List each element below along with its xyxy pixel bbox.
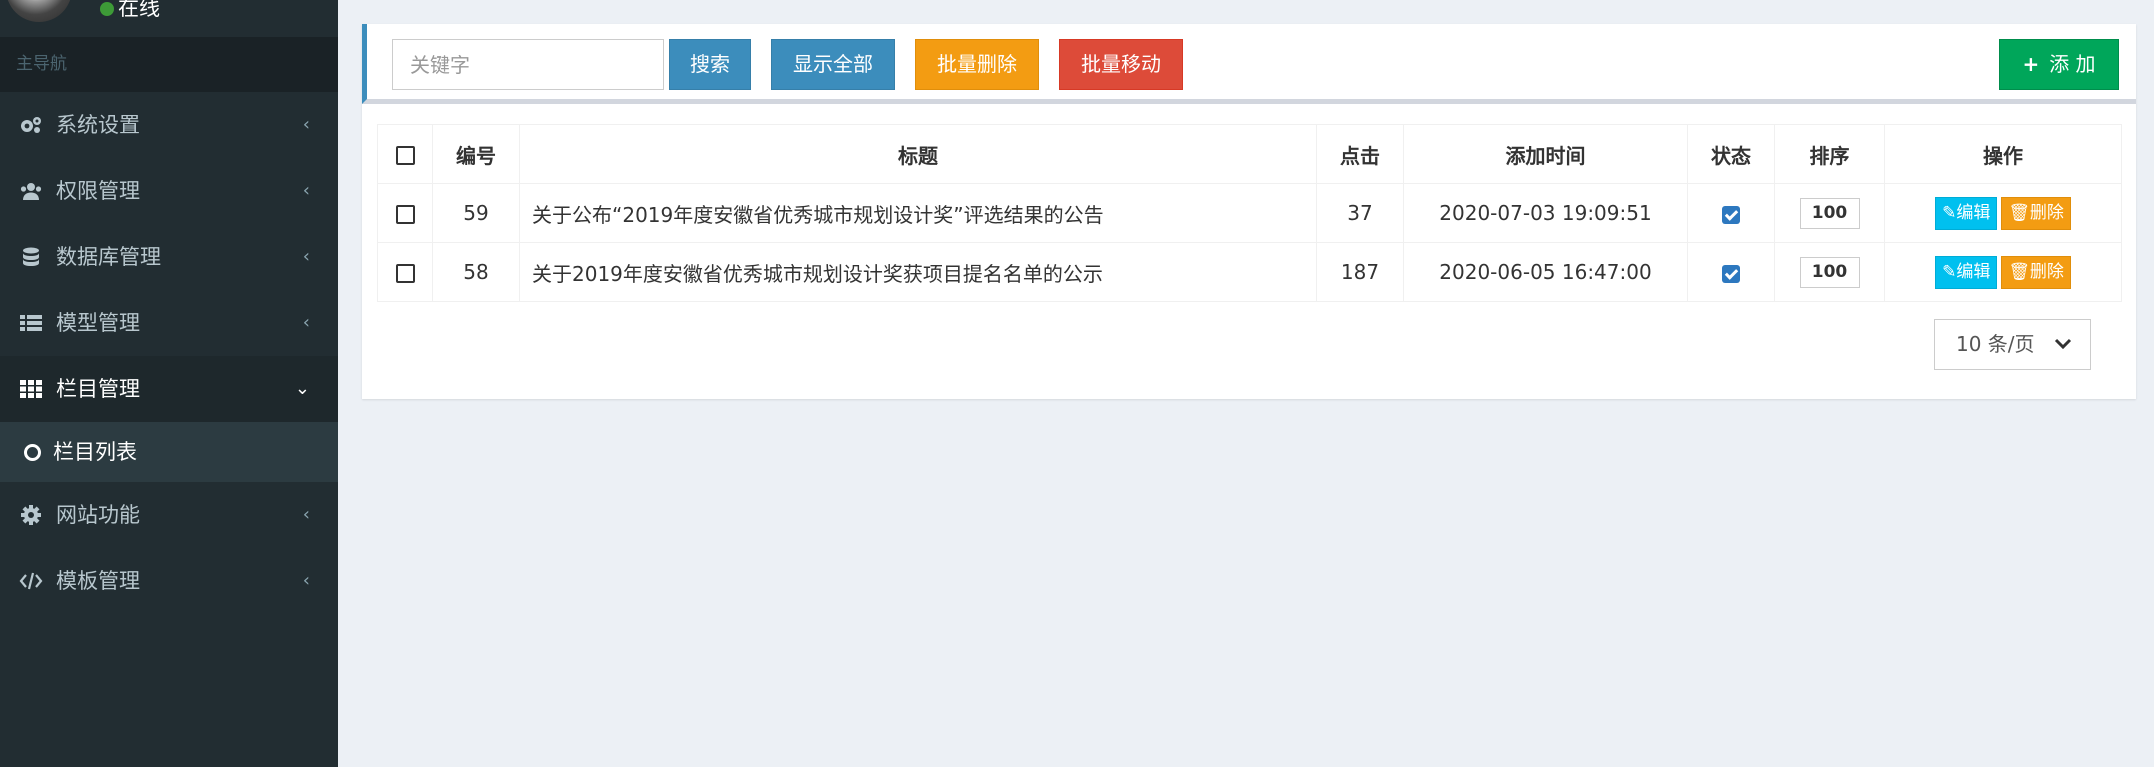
chevron-down-icon [2054,320,2072,387]
plus-icon: + [2022,52,2040,76]
search-button[interactable]: 搜索 [669,39,751,90]
table-row: 58 关于2019年度安徽省优秀城市规划设计奖获项目提名名单的公示 187 20… [377,242,2122,302]
row-time: 2020-07-03 19:09:51 [1403,183,1688,243]
chevron-left-icon: ‹ [302,180,310,201]
sidebar-item-templates[interactable]: 模板管理 ‹ [0,548,338,614]
column-header-time[interactable]: 添加时间 [1403,124,1688,184]
sidebar-item-permissions[interactable]: 权限管理 ‹ [0,158,338,224]
row-id: 59 [432,183,520,243]
avatar[interactable] [6,0,72,22]
chevron-down-icon: ⌄ [294,378,310,399]
trash-icon: 🗑 [2008,261,2030,282]
edit-icon: ✎ [1942,202,1957,223]
batch-move-button[interactable]: 批量移动 [1059,39,1183,90]
table-icon [19,290,43,356]
chevron-left-icon: ‹ [302,570,310,591]
batch-delete-button[interactable]: 批量删除 [915,39,1039,90]
sidebar-item-site-functions[interactable]: 网站功能 ‹ [0,482,338,548]
sort-input[interactable] [1799,256,1860,288]
code-icon [19,548,43,614]
edit-button[interactable]: ✎编辑 [1935,196,1998,230]
edit-button[interactable]: ✎编辑 [1935,255,1998,289]
content-box: 搜索 显示全部 批量删除 批量移动 +添 加 编号 标题 点击 添加时间 状态 … [362,24,2136,399]
content-table: 编号 标题 点击 添加时间 状态 排序 操作 59 关于公布“2019年度安徽省… [377,124,2122,302]
status-checkbox[interactable] [1722,205,1740,224]
grid-icon [19,356,43,422]
select-all-checkbox[interactable] [395,146,415,165]
edit-icon: ✎ [1942,261,1957,282]
row-clicks: 37 [1316,183,1404,243]
gear-icon [19,482,43,548]
table-header-row: 编号 标题 点击 添加时间 状态 排序 操作 [377,124,2122,184]
chevron-left-icon: ‹ [302,504,310,525]
gears-icon [19,92,43,158]
row-title[interactable]: 关于2019年度安徽省优秀城市规划设计奖获项目提名名单的公示 [519,242,1317,302]
chevron-left-icon: ‹ [302,312,310,333]
column-header-clicks[interactable]: 点击 [1316,124,1404,184]
sort-input[interactable] [1799,197,1860,229]
sidebar-item-columns[interactable]: 栏目管理 ⌄ [0,356,338,422]
row-title[interactable]: 关于公布“2019年度安徽省优秀城市规划设计奖”评选结果的公告 [519,183,1317,243]
table-row: 59 关于公布“2019年度安徽省优秀城市规划设计奖”评选结果的公告 37 20… [377,183,2122,243]
nav-header: 主导航 [0,37,338,92]
row-checkbox[interactable] [395,205,415,224]
sidebar-item-database[interactable]: 数据库管理 ‹ [0,224,338,290]
sidebar-item-models[interactable]: 模型管理 ‹ [0,290,338,356]
delete-button[interactable]: 🗑删除 [2001,196,2071,230]
sidebar-subitem-column-list[interactable]: 栏目列表 [0,422,338,482]
row-time: 2020-06-05 16:47:00 [1403,242,1688,302]
row-id: 58 [432,242,520,302]
online-status-icon [100,2,114,16]
toolbar: 搜索 显示全部 批量删除 批量移动 +添 加 [362,24,2136,104]
search-input[interactable] [392,39,664,90]
column-header-id[interactable]: 编号 [432,124,520,184]
database-icon [19,224,43,290]
add-button[interactable]: + 添 加 [1999,39,2119,90]
users-icon [19,158,43,224]
show-all-button[interactable]: 显示全部 [771,39,895,90]
column-header-status[interactable]: 状态 [1687,124,1775,184]
column-header-actions: 操作 [1884,124,2122,184]
row-clicks: 187 [1316,242,1404,302]
status-checkbox[interactable] [1722,264,1740,283]
column-header-sort[interactable]: 排序 [1774,124,1885,184]
chevron-left-icon: ‹ [302,114,310,135]
row-checkbox[interactable] [395,264,415,283]
trash-icon: 🗑 [2008,202,2030,223]
circle-icon [24,444,41,461]
select-all-cell [377,124,433,184]
page-size-select[interactable]: 10 条/页 [1934,319,2091,370]
sidebar-item-system-settings[interactable]: 系统设置 ‹ [0,92,338,158]
chevron-left-icon: ‹ [302,246,310,267]
delete-button[interactable]: 🗑删除 [2001,255,2071,289]
online-status-text: 在线 [118,0,160,20]
sidebar: 在线 主导航 系统设置 ‹ 权限管理 ‹ 数据库管理 ‹ 模型管理 ‹ 栏目管理 [0,0,338,767]
column-header-title[interactable]: 标题 [519,124,1317,184]
user-panel: 在线 [0,0,338,37]
